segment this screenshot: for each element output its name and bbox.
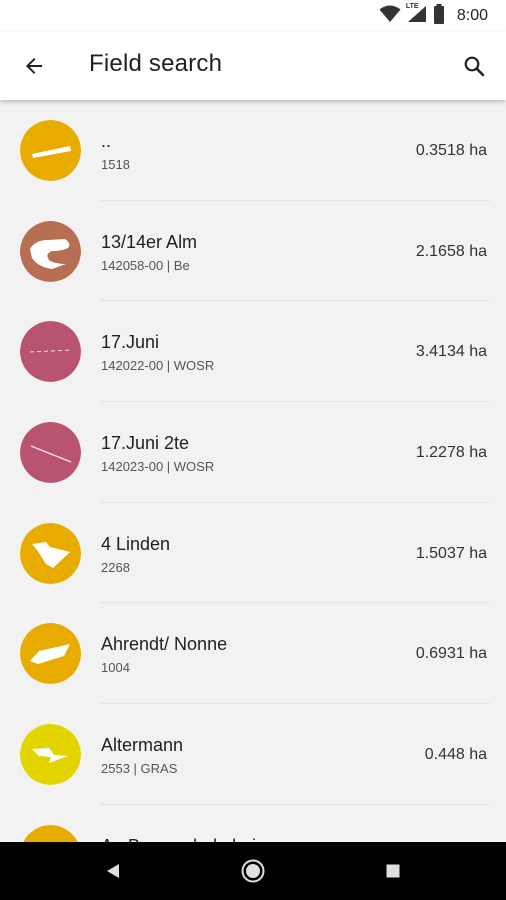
field-avatar (20, 120, 81, 181)
field-list-item[interactable]: 17.Juni 142022-00 | WOSR 3.4134 ha (0, 301, 506, 403)
field-name: 17.Juni 2te (101, 433, 190, 454)
wifi-icon (379, 5, 401, 28)
field-area: 1.2278 ha (415, 444, 487, 462)
home-circle-icon (241, 859, 265, 883)
search-button[interactable] (458, 50, 490, 82)
nav-home-button[interactable] (238, 856, 268, 886)
field-shape-icon (20, 422, 81, 484)
status-time: 8:00 (456, 7, 488, 24)
field-name: 4 Linden (101, 533, 171, 554)
field-subtitle: 2553 | GRAS (101, 761, 178, 777)
field-area: 0.3518 ha (415, 142, 487, 159)
field-list-item[interactable]: .. 1518 0.3518 ha (0, 100, 506, 201)
field-shape-icon (23, 824, 78, 842)
field-avatar (20, 522, 81, 584)
field-name: Altermann (101, 735, 184, 756)
field-shape-icon (20, 522, 81, 584)
field-avatar (20, 724, 81, 786)
field-shape-icon (20, 623, 81, 685)
field-name: 17.Juni (101, 332, 160, 353)
back-triangle-icon (107, 864, 119, 878)
field-avatar (20, 824, 81, 842)
signal-icon: LTE (405, 2, 427, 28)
field-area: 1.5037 ha (415, 544, 487, 562)
field-list-item[interactable]: 13/14er Alm 142058-00 | Be 2.1658 ha (0, 201, 506, 302)
field-subtitle: 1004 (101, 660, 130, 676)
field-name: 13/14er Alm (101, 231, 198, 252)
arrow-left-icon (26, 58, 42, 74)
back-button[interactable] (18, 50, 50, 82)
field-list-item[interactable]: Ahrendt/ Nonne 1004 0.6931 ha (0, 603, 506, 705)
field-shape-icon (20, 321, 81, 383)
field-area: 3.4134 ha (415, 343, 487, 361)
search-icon (464, 56, 485, 77)
field-avatar (20, 623, 81, 685)
screen: LTE 8:00 Field search .. 1518 0.3518 ha 13/… (0, 0, 506, 900)
field-area: 0.6931 ha (415, 645, 487, 663)
field-list-item[interactable]: Altermann 2553 | GRAS 0.448 ha (0, 704, 506, 805)
field-subtitle: 1518 (101, 157, 130, 172)
field-shape-icon (20, 220, 81, 282)
nav-back-button[interactable] (98, 856, 128, 886)
field-avatar (20, 422, 81, 484)
nav-recents-button[interactable] (378, 856, 408, 886)
status-bar: LTE 8:00 (0, 0, 506, 32)
field-area: 0.448 ha (424, 746, 487, 764)
page-title: Field search (89, 50, 223, 77)
field-area: 2.1658 ha (415, 242, 487, 260)
recents-square-icon (386, 864, 400, 878)
field-subtitle: 142023-00 | WOSR (101, 459, 215, 475)
network-label: LTE (405, 2, 419, 10)
field-shape-icon (20, 724, 81, 786)
app-bar: Field search (0, 32, 506, 100)
field-avatar (20, 321, 81, 383)
field-list-item[interactable]: 4 Linden 2268 1.5037 ha (0, 503, 506, 604)
battery-icon (433, 3, 445, 29)
field-subtitle: 142022-00 | WOSR (101, 358, 215, 374)
field-list-item[interactable]: 17.Juni 2te 142023-00 | WOSR 1.2278 ha (0, 402, 506, 503)
field-list: .. 1518 0.3518 ha 13/14er Alm 142058-00 | Be… (0, 100, 506, 842)
field-subtitle: 142058-00 | Be (101, 257, 190, 273)
field-list-item[interactable]: An Baumschule hei (0, 805, 506, 842)
field-subtitle: 2268 (101, 559, 130, 575)
field-avatar (20, 220, 81, 282)
field-name: Ahrendt/ Nonne (101, 634, 228, 655)
field-shape-icon (20, 120, 81, 181)
navigation-bar (0, 842, 506, 900)
status-icons: LTE 8:00 (379, 2, 488, 29)
field-name: .. (101, 131, 112, 151)
